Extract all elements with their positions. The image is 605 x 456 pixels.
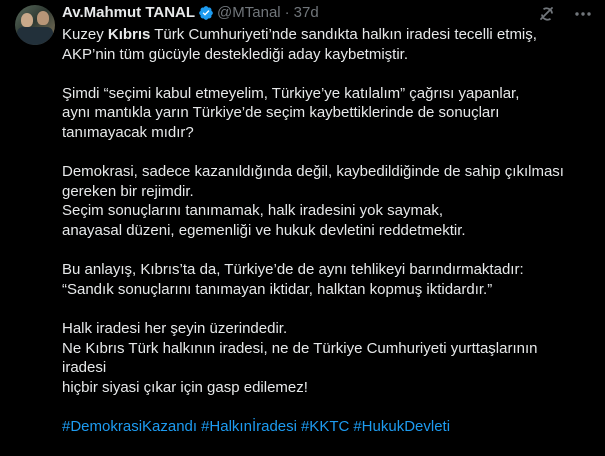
hashtag-link[interactable]: #HukukDevleti — [353, 418, 450, 435]
text-line: tanımayacak mıdır? — [62, 123, 194, 141]
text-line: aynı mantıkla yarın Türkiye’de seçim kay… — [62, 104, 500, 122]
text-line: iradesi — [62, 359, 107, 377]
paragraph: Demokrasi, sadece kazanıldığında değil, … — [62, 162, 593, 240]
text-line: gereken bir rejimdir. — [62, 182, 194, 200]
tweet: Av.Mahmut TANAL @MTanal · 37d Kuzey Kıbr… — [0, 0, 605, 456]
paragraph: Kuzey Kıbrıs Türk Cumhuriyeti’nde sandık… — [62, 25, 593, 64]
paragraph: Halk iradesi her şeyin üzerindedir. Ne K… — [62, 319, 593, 397]
text-line: anayasal düzeni, egemenliği ve hukuk dev… — [62, 221, 466, 239]
paragraph: Bu anlayış, Kıbrıs’ta da, Türkiye’de de … — [62, 260, 593, 299]
header-actions — [537, 4, 593, 24]
tweet-content: Av.Mahmut TANAL @MTanal · 37d Kuzey Kıbr… — [62, 4, 593, 436]
tweet-timestamp[interactable]: 37d — [294, 4, 319, 22]
text-line: AKP’nin tüm gücüyle desteklediği aday ka… — [62, 45, 409, 63]
tweet-text: Kuzey Kıbrıs Türk Cumhuriyeti’nde sandık… — [62, 25, 593, 436]
grok-icon[interactable] — [537, 4, 557, 24]
text-line: hiçbir siyasi çıkar için gasp edilemez! — [62, 378, 308, 396]
hashtag-list: #DemokrasiKazandı #Halkınİradesi #KKTC #Huk… — [62, 417, 593, 437]
paragraph: Şimdi “seçimi kabul etmeyelim, Türkiye’y… — [62, 84, 593, 143]
author-handle[interactable]: @MTanal — [217, 4, 281, 22]
more-options-icon[interactable] — [573, 4, 593, 24]
verified-badge-icon[interactable] — [198, 5, 214, 21]
hashtag-link[interactable]: #DemokrasiKazandı — [62, 418, 197, 435]
hashtag-link[interactable]: #KKTC — [301, 418, 349, 435]
text-line: Seçim sonuçlarını tanımamak, halk irades… — [62, 202, 443, 220]
separator-dot: · — [284, 4, 290, 21]
text-line: Kuzey Kıbrıs Türk Cumhuriyeti’nde sandık… — [62, 26, 537, 43]
text-line: Demokrasi, sadece kazanıldığında değil, … — [62, 163, 564, 181]
hashtag-link[interactable]: #Halkınİradesi — [201, 418, 297, 435]
tweet-header: Av.Mahmut TANAL @MTanal · 37d — [62, 4, 593, 22]
author-name[interactable]: Av.Mahmut TANAL — [62, 4, 195, 22]
text-line: Halk iradesi her şeyin üzerindedir. — [62, 319, 288, 337]
avatar[interactable] — [15, 5, 55, 45]
text-line: Bu anlayış, Kıbrıs’ta da, Türkiye’de de … — [62, 261, 524, 279]
text-line: Şimdi “seçimi kabul etmeyelim, Türkiye’y… — [62, 84, 520, 102]
text-line: Ne Kıbrıs Türk halkının iradesi, ne de T… — [62, 339, 538, 357]
text-line: “Sandık sonuçlarını tanımayan iktidar, h… — [62, 280, 493, 298]
